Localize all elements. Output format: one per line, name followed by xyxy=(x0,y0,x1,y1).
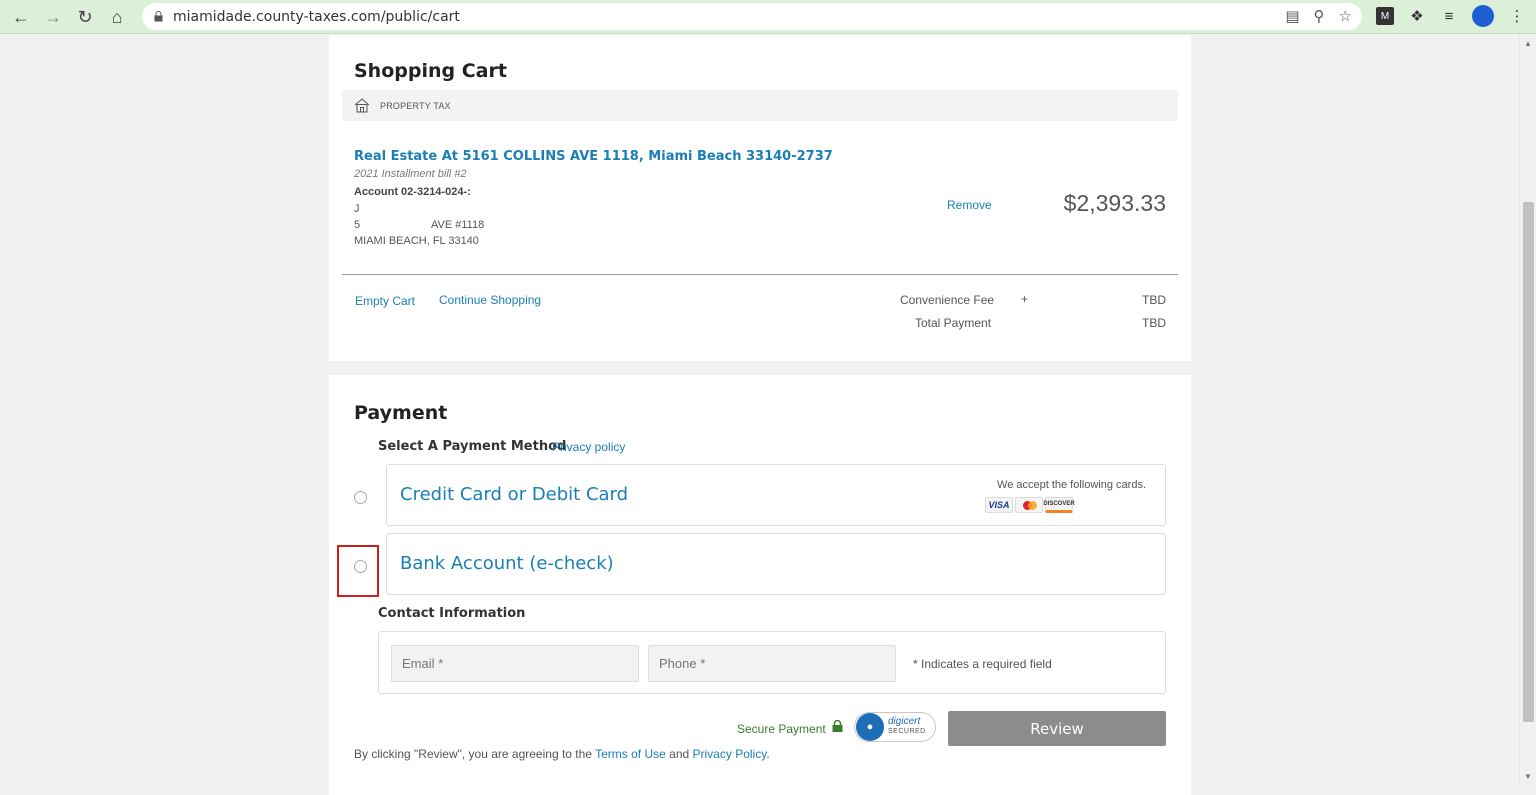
scroll-down-icon[interactable]: ▼ xyxy=(1524,772,1532,781)
privacy-policy-bottom-link[interactable]: Privacy Policy xyxy=(693,747,767,761)
browser-toolbar: ← → ↻ ⌂ miamidade.county-taxes.com/publi… xyxy=(0,0,1536,34)
page-scrollbar[interactable]: ▲ ▼ xyxy=(1519,35,1536,785)
profile-avatar[interactable] xyxy=(1472,5,1494,27)
scroll-thumb[interactable] xyxy=(1523,202,1534,722)
zoom-icon[interactable]: ⚲ xyxy=(1314,7,1325,25)
cart-item-title[interactable]: Real Estate At 5161 COLLINS AVE 1118, Mi… xyxy=(354,149,833,164)
bookmark-star-icon[interactable]: ☆ xyxy=(1339,7,1352,25)
padlock-icon xyxy=(832,720,843,732)
owner-line: J xyxy=(354,203,360,215)
reload-icon[interactable]: ↻ xyxy=(69,1,101,33)
digicert-brand: digicert xyxy=(888,716,921,727)
item-price: $2,393.33 xyxy=(1063,190,1166,216)
street-number: 5 xyxy=(354,219,361,231)
category-bar: PROPERTY TAX xyxy=(342,90,1178,121)
discover-logo: DISCOVER xyxy=(1043,497,1075,513)
forward-icon[interactable]: → xyxy=(37,1,69,33)
privacy-policy-link[interactable]: Privacy policy xyxy=(552,440,625,454)
street-rest: AVE #1118 xyxy=(431,219,485,231)
card-logos: VISA DISCOVER xyxy=(985,497,1075,513)
payment-card: Payment Select A Payment Method Privacy … xyxy=(329,375,1191,795)
secure-payment-label: Secure Payment xyxy=(737,722,826,736)
payment-title: Payment xyxy=(354,402,448,424)
continue-shopping-link[interactable]: Continue Shopping xyxy=(439,293,541,307)
select-method-label: Select A Payment Method xyxy=(378,439,567,454)
agreement-and: and xyxy=(669,747,690,761)
credit-card-option[interactable]: Credit Card or Debit Card We accept the … xyxy=(386,464,1166,526)
empty-cart-link[interactable]: Empty Cart xyxy=(355,294,415,308)
bank-account-radio[interactable] xyxy=(354,560,367,573)
contact-box: * Indicates a required field xyxy=(378,631,1166,694)
digicert-seal[interactable]: ● digicert SECURED xyxy=(854,712,936,742)
required-field-note: * Indicates a required field xyxy=(913,657,1052,671)
address-bar[interactable]: miamidade.county-taxes.com/public/cart ▤… xyxy=(142,3,1362,30)
credit-card-radio[interactable] xyxy=(354,491,367,504)
mastercard-logo xyxy=(1015,497,1043,513)
phone-field[interactable] xyxy=(648,645,896,682)
home-icon[interactable]: ⌂ xyxy=(101,1,133,33)
url-text: miamidade.county-taxes.com/public/cart xyxy=(173,8,460,25)
convenience-fee-label: Convenience Fee xyxy=(900,293,995,307)
agreement-suffix: . xyxy=(766,747,770,761)
category-label: PROPERTY TAX xyxy=(380,100,451,111)
reading-list-icon[interactable]: ≡ xyxy=(1440,7,1458,25)
translate-icon[interactable]: ▤ xyxy=(1285,7,1299,25)
scroll-up-icon[interactable]: ▲ xyxy=(1524,39,1532,48)
extension-m-icon[interactable]: M xyxy=(1376,7,1394,25)
shopping-cart-card: Shopping Cart PROPERTY TAX Real Estate A… xyxy=(329,35,1191,361)
bank-account-option[interactable]: Bank Account (e-check) xyxy=(386,533,1166,595)
menu-kebab-icon[interactable]: ⋮ xyxy=(1508,7,1526,25)
account-number: Account 02-3214-024-: xyxy=(354,186,471,198)
divider xyxy=(342,274,1178,275)
terms-of-use-link[interactable]: Terms of Use xyxy=(595,747,666,761)
agreement-text: By clicking "Review", you are agreeing t… xyxy=(354,747,770,761)
lock-icon xyxy=(154,11,163,22)
visa-logo: VISA xyxy=(985,497,1013,513)
cart-item-subtitle: 2021 Installment bill #2 xyxy=(354,168,467,180)
city-line: MIAMI BEACH, FL 33140 xyxy=(354,235,479,247)
accepted-cards-note: We accept the following cards. xyxy=(997,479,1146,491)
credit-card-label: Credit Card or Debit Card xyxy=(400,484,629,505)
digicert-secured: SECURED xyxy=(888,728,926,735)
bank-account-label: Bank Account (e-check) xyxy=(400,553,614,574)
review-button[interactable]: Review xyxy=(948,711,1166,746)
convenience-fee-value: TBD xyxy=(1142,293,1166,307)
total-payment-label: Total Payment xyxy=(915,316,992,330)
agreement-prefix: By clicking "Review", you are agreeing t… xyxy=(354,747,592,761)
extensions-puzzle-icon[interactable]: ❖ xyxy=(1408,7,1426,25)
digicert-lock-icon: ● xyxy=(856,713,884,741)
email-field[interactable] xyxy=(391,645,639,682)
house-icon xyxy=(354,98,370,113)
convenience-fee-plus: + xyxy=(1021,292,1029,306)
cart-title: Shopping Cart xyxy=(354,60,507,82)
total-payment-value: TBD xyxy=(1142,316,1166,330)
remove-link[interactable]: Remove xyxy=(947,198,992,212)
back-icon[interactable]: ← xyxy=(5,1,37,33)
contact-info-label: Contact Information xyxy=(378,606,526,621)
